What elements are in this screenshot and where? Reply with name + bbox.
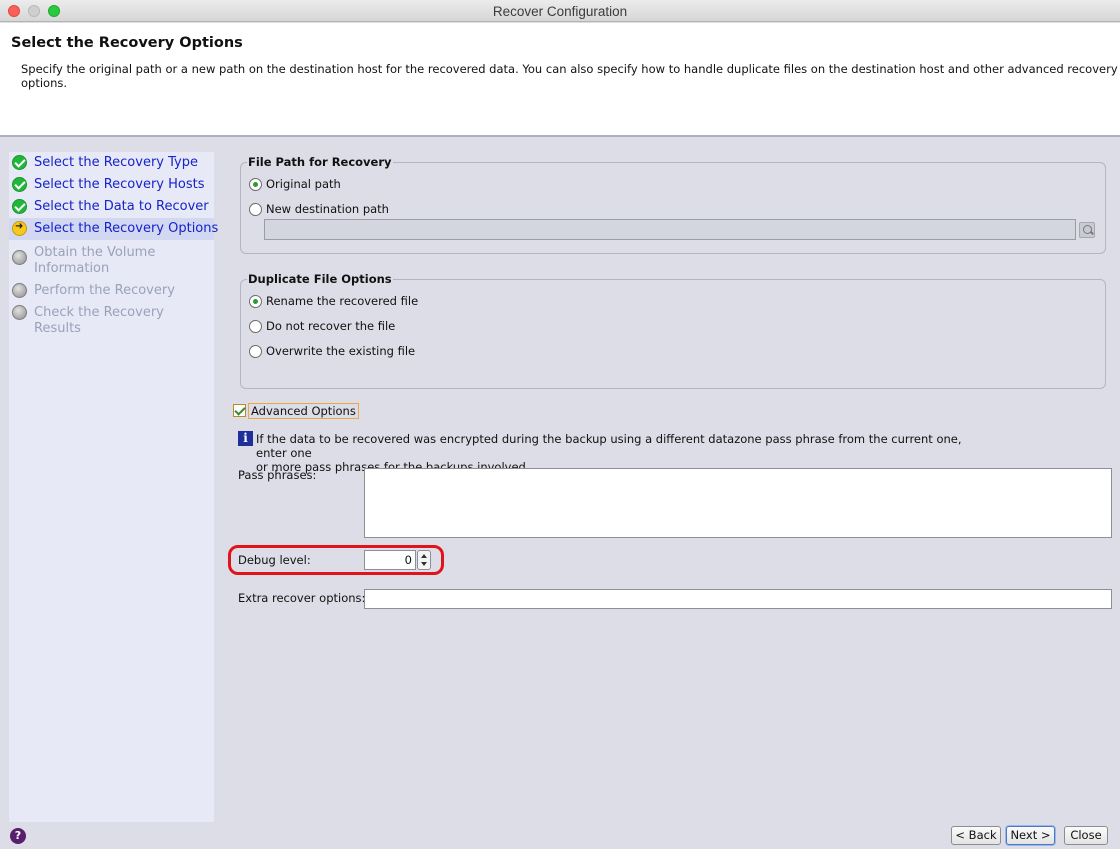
pass-phrases-label: Pass phrases: — [238, 468, 317, 482]
window-title: Recover Configuration — [492, 4, 628, 19]
group-title: File Path for Recovery — [247, 155, 393, 169]
header-divider — [0, 135, 1120, 137]
advanced-options-label[interactable]: Advanced Options — [248, 403, 359, 419]
step-perform-recovery: Perform the Recovery — [9, 280, 214, 302]
step-recovery-options[interactable]: Select the Recovery Options — [9, 218, 218, 240]
radio-button[interactable] — [249, 295, 262, 308]
radio-button[interactable] — [249, 178, 262, 191]
destination-path-input[interactable] — [264, 219, 1076, 240]
radio-label: Rename the recovered file — [266, 294, 419, 308]
group-title: Duplicate File Options — [247, 272, 393, 286]
radio-label: Original path — [266, 177, 341, 191]
step-label: Select the Recovery Hosts — [34, 177, 205, 192]
debug-level-stepper[interactable] — [417, 550, 431, 570]
extra-recover-options-input[interactable] — [364, 589, 1112, 609]
pending-circle-icon — [12, 250, 27, 265]
check-icon — [12, 155, 27, 170]
radio-button[interactable] — [249, 203, 262, 216]
radio-label: Do not recover the file — [266, 319, 396, 333]
file-path-group: File Path for Recovery Original path New… — [240, 155, 1106, 254]
pass-phrases-textarea[interactable] — [364, 468, 1112, 538]
step-check-results: Check the Recovery Results — [9, 302, 214, 336]
check-icon — [12, 177, 27, 192]
next-button[interactable]: Next > — [1006, 826, 1055, 845]
advanced-options-checkbox[interactable] — [233, 404, 246, 417]
spinner-up-icon[interactable] — [421, 554, 427, 558]
close-button[interactable]: Close — [1064, 826, 1108, 845]
help-icon[interactable]: ? — [10, 828, 26, 844]
step-label: Check the Recovery Results — [34, 305, 164, 336]
debug-level-input[interactable]: 0 — [364, 550, 416, 570]
arrow-right-icon — [12, 221, 27, 236]
step-label: Select the Recovery Options — [34, 221, 219, 236]
wizard-steps-sidebar: Select the Recovery Type Select the Reco… — [9, 152, 218, 822]
page-header: Select the Recovery Options Specify the … — [0, 23, 1120, 135]
debug-level-label: Debug level: — [238, 553, 311, 567]
step-label: Obtain the Volume Information — [34, 245, 156, 276]
radio-label: New destination path — [266, 202, 389, 216]
title-bar: Recover Configuration — [0, 0, 1120, 22]
pending-circle-icon — [12, 283, 27, 298]
check-icon — [12, 199, 27, 214]
extra-recover-options-label: Extra recover options: — [238, 591, 366, 605]
step-volume-information: Obtain the Volume Information — [9, 242, 214, 276]
radio-button[interactable] — [249, 345, 262, 358]
back-button[interactable]: < Back — [951, 826, 1001, 845]
step-label: Perform the Recovery — [34, 283, 175, 298]
pending-circle-icon — [12, 305, 27, 320]
duplicate-file-group: Duplicate File Options Rename the recove… — [240, 272, 1106, 389]
step-recovery-hosts[interactable]: Select the Recovery Hosts — [9, 174, 214, 196]
step-data-to-recover[interactable]: Select the Data to Recover — [9, 196, 214, 218]
page-title: Select the Recovery Options — [11, 35, 243, 51]
browse-search-icon[interactable] — [1079, 222, 1095, 238]
step-recovery-type[interactable]: Select the Recovery Type — [9, 152, 214, 174]
step-label: Select the Recovery Type — [34, 155, 198, 170]
page-description: Specify the original path or a new path … — [21, 62, 1118, 90]
step-label: Select the Data to Recover — [34, 199, 209, 214]
radio-label: Overwrite the existing file — [266, 344, 416, 358]
radio-button[interactable] — [249, 320, 262, 333]
spinner-down-icon[interactable] — [421, 562, 427, 566]
info-line-1: If the data to be recovered was encrypte… — [256, 432, 962, 460]
info-icon: i — [238, 431, 253, 446]
